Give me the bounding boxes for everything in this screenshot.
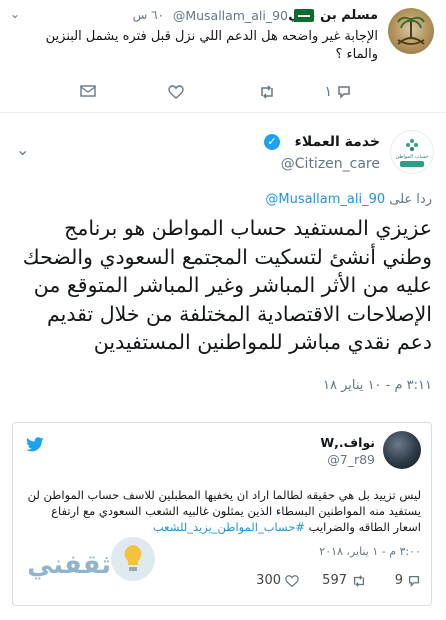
author-handle[interactable]: @Musallam_ali_90 xyxy=(173,8,288,23)
replying-label: ردا على xyxy=(389,192,432,207)
reply-count: ١ xyxy=(324,84,332,100)
twitter-bird-icon[interactable] xyxy=(25,437,45,453)
retweet-count: 597 xyxy=(322,573,347,588)
heart-icon xyxy=(168,85,184,99)
author-handle[interactable]: @7_r89 xyxy=(327,452,375,467)
card-timestamp[interactable]: ٣:٠٠ م - ١ يناير، ٢٠١٨ xyxy=(319,545,421,558)
author-handle[interactable]: @Citizen_care xyxy=(281,156,380,172)
author-name[interactable]: خدمة العملاء xyxy=(295,134,380,150)
retweet-action[interactable] xyxy=(258,84,276,100)
avatar[interactable]: حساب المواطن xyxy=(390,130,434,174)
like-action[interactable] xyxy=(168,84,184,100)
avatar[interactable] xyxy=(383,431,421,469)
like-action[interactable]: 300 xyxy=(256,573,299,588)
chevron-down-icon[interactable]: ⌄ xyxy=(16,140,29,159)
avatar-caption: حساب المواطن xyxy=(396,154,429,160)
reply-icon xyxy=(408,575,420,587)
retweet-action[interactable]: 597 xyxy=(322,573,367,588)
retweet-icon xyxy=(261,85,273,99)
thaqafni-watermark-logo: ثقفني xyxy=(29,537,155,581)
citizen-account-logo-icon: حساب المواطن xyxy=(396,139,429,167)
envelope-icon xyxy=(80,85,96,97)
tweet-text: عزيزي المستفيد حساب المواطن هو برنامج وط… xyxy=(22,216,432,354)
reply-action[interactable]: ١ xyxy=(324,84,352,100)
reply-action[interactable]: 9 xyxy=(395,573,421,588)
palm-swords-emblem-icon xyxy=(397,16,425,45)
like-count: 300 xyxy=(256,573,281,588)
hashtag-link[interactable]: #حساب_المواطن_يزيد_للشعب xyxy=(153,520,305,534)
tweet-text: الإجابة غير واضحه هل الدعم اللي نزل قبل … xyxy=(45,29,378,62)
chevron-down-icon[interactable]: ⌄ xyxy=(10,7,20,21)
author-name[interactable]: نواف.,W xyxy=(320,435,375,450)
replying-to: ردا على @Musallam_ali_90 xyxy=(265,192,432,207)
tweet-reply[interactable]: مسلم بن علي @Musallam_ali_90 ٦٠ س ⌄ الإج… xyxy=(0,0,446,113)
card-tweet-text: ليس تزييد بل هي حقيقه لطالما اراد ان يخف… xyxy=(23,487,421,535)
reply-count: 9 xyxy=(394,573,403,588)
embedded-tweet-card[interactable]: نواف.,W @7_r89 ليس تزييد بل هي حقيقه لطا… xyxy=(12,422,432,606)
heart-icon xyxy=(285,574,299,587)
mention-link[interactable]: @Musallam_ali_90 xyxy=(265,192,385,207)
reply-icon xyxy=(338,86,350,99)
watermark-text: ثقفني xyxy=(29,550,111,580)
retweet-icon xyxy=(353,574,365,587)
dm-action[interactable] xyxy=(80,84,96,98)
verified-badge-icon: ✓ xyxy=(264,134,280,150)
tweet-time[interactable]: ٦٠ س xyxy=(133,8,164,22)
saudi-flag-icon xyxy=(294,9,314,22)
tweet-timestamp[interactable]: ٣:١١ م - ١٠ يناير ١٨ xyxy=(323,378,432,393)
avatar[interactable] xyxy=(388,8,434,54)
